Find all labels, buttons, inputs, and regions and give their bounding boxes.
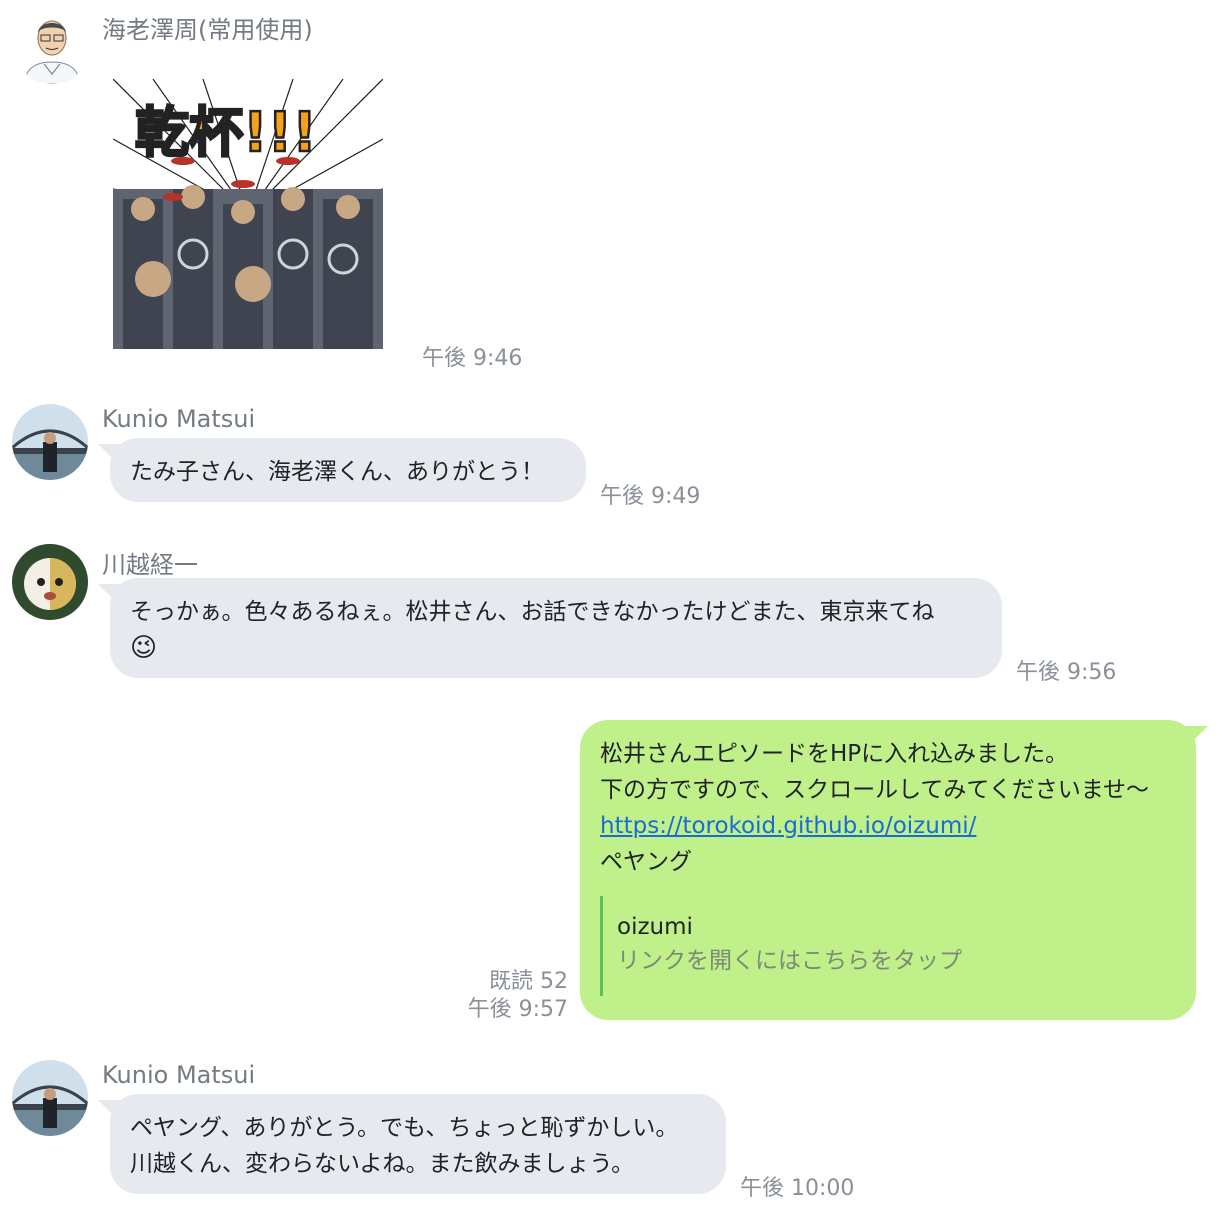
- message-time: 午後 9:57: [467, 997, 568, 1022]
- message-text: たみ子さん、海老澤くん、ありがとう！: [130, 459, 544, 485]
- sticker-text: 乾杯!!!: [135, 101, 317, 164]
- avatar[interactable]: [12, 544, 88, 620]
- message-line: 下の方ですので、スクロールしてみてくださいませ〜: [600, 777, 1150, 803]
- message-time: 午後 9:49: [600, 484, 701, 509]
- message-text: そっかぁ。色々あるねぇ。松井さん、お話できなかったけどまた、東京来てね: [130, 599, 935, 625]
- message-bubble[interactable]: そっかぁ。色々あるねぇ。松井さん、お話できなかったけどまた、東京来てね 😉: [98, 578, 1002, 678]
- bubble-tail: [1186, 726, 1208, 748]
- bubble-tail: [98, 444, 120, 466]
- sender-name: 川越経一: [102, 551, 198, 579]
- read-status: 既読 52 午後 9:57: [440, 968, 568, 1024]
- bubble-tail: [98, 584, 120, 606]
- message-line: ペヤング、ありがとう。でも、ちょっと恥ずかしい。: [130, 1115, 679, 1141]
- message-bubble[interactable]: 松井さんエピソードをHPに入れ込みました。 下の方ですので、スクロールしてみてく…: [580, 720, 1208, 1020]
- message-bubble[interactable]: ペヤング、ありがとう。でも、ちょっと恥ずかしい。 川越くん、変わらないよね。また…: [98, 1094, 726, 1194]
- wink-emoji: 😉: [130, 633, 158, 663]
- sender-name: Kunio Matsui: [102, 1061, 256, 1089]
- sender-name: Kunio Matsui: [102, 405, 256, 433]
- avatar[interactable]: [12, 404, 88, 480]
- bubble-tail: [98, 1100, 120, 1122]
- sender-name: 海老澤周(常用使用): [102, 16, 313, 44]
- message-time: 午後 9:56: [1016, 660, 1117, 685]
- message-time: 午後 9:46: [422, 346, 523, 371]
- read-count: 既読 52: [489, 969, 568, 994]
- link-preview[interactable]: oizumi リンクを開くにはこちらをタップ: [600, 896, 962, 996]
- message-line: ペヤング: [600, 849, 692, 875]
- message-line: 川越くん、変わらないよね。また飲みましょう。: [130, 1151, 635, 1177]
- link-preview-title: oizumi: [617, 914, 693, 940]
- message-bubble[interactable]: たみ子さん、海老澤くん、ありがとう！: [98, 438, 586, 502]
- message-line: 松井さんエピソードをHPに入れ込みました。: [600, 741, 1069, 767]
- sticker-image[interactable]: 乾杯!!!: [113, 79, 383, 349]
- message-link[interactable]: https://torokoid.github.io/oizumi/: [600, 813, 976, 839]
- avatar[interactable]: [12, 1060, 88, 1136]
- avatar[interactable]: [14, 8, 90, 84]
- message-time: 午後 10:00: [740, 1176, 855, 1201]
- link-preview-subtitle: リンクを開くにはこちらをタップ: [617, 948, 962, 974]
